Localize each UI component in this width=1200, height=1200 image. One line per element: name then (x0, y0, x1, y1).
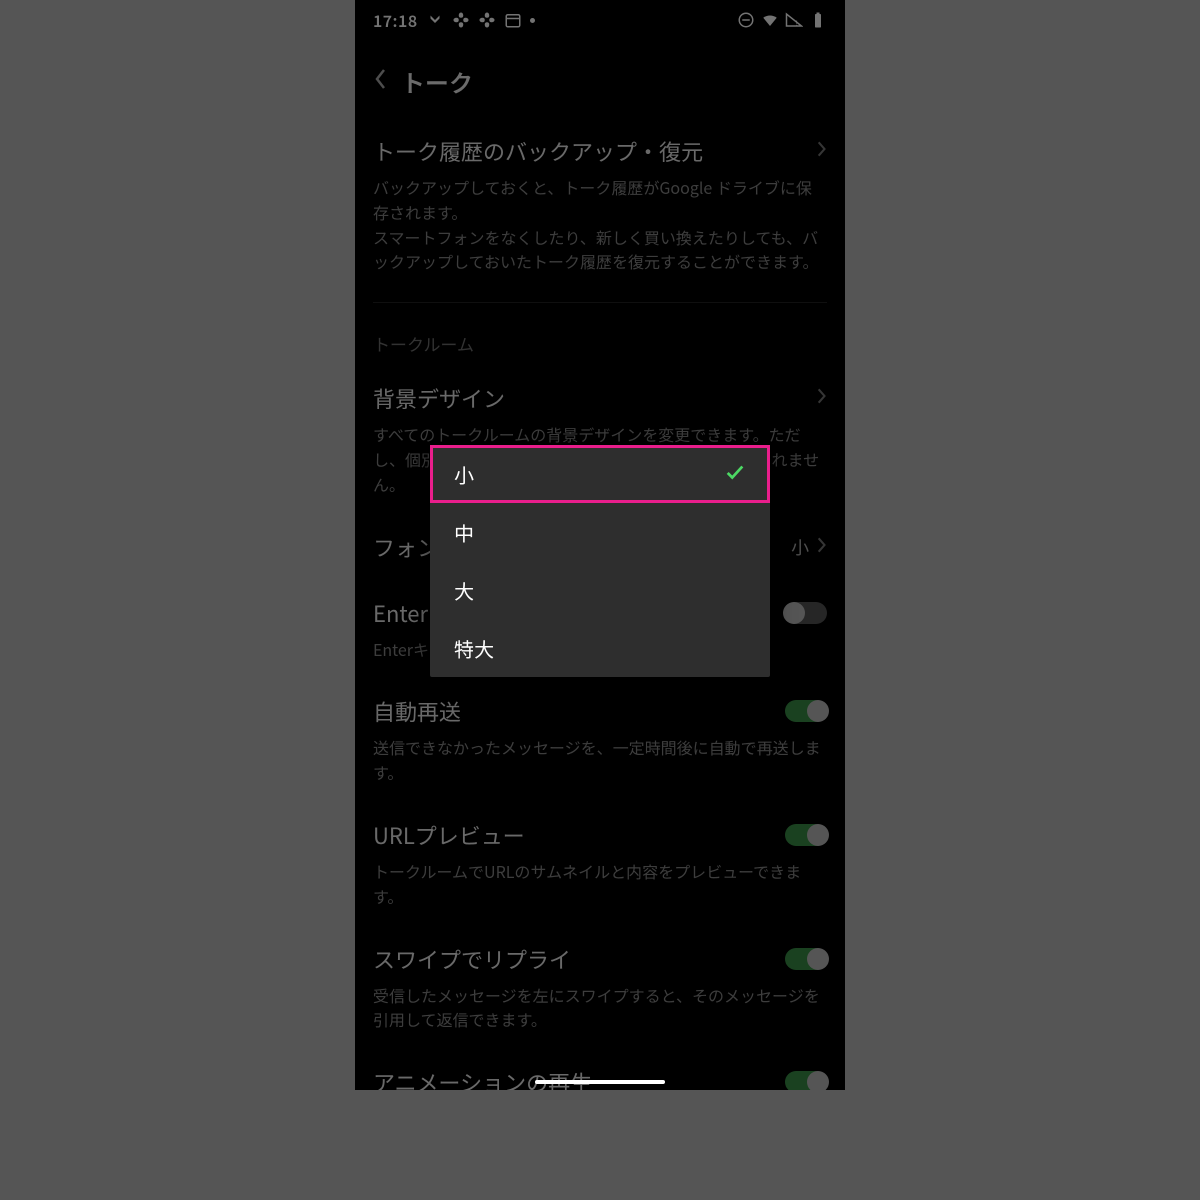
popup-option-label: 特大 (454, 634, 494, 663)
popup-option-medium[interactable]: 中 (430, 503, 770, 561)
dnd-icon (737, 11, 755, 29)
calendar-icon (504, 11, 522, 29)
divider (373, 302, 827, 303)
signal-icon: ! (785, 11, 803, 29)
chevron-right-icon (817, 386, 827, 410)
status-time: 17:18 (373, 8, 418, 32)
svg-text:!: ! (796, 18, 798, 29)
fan-icon-2 (478, 11, 496, 29)
swipe-title: スワイプでリプライ (373, 943, 571, 975)
enter-toggle[interactable] (785, 602, 827, 624)
resend-toggle[interactable] (785, 700, 827, 722)
popup-option-label: 小 (454, 460, 474, 489)
notification-dot-icon (530, 18, 535, 23)
swipe-desc: 受信したメッセージを左にスワイプすると、そのメッセージを引用して返信できます。 (373, 983, 827, 1033)
popup-option-small[interactable]: 小 (430, 445, 770, 503)
popup-option-large[interactable]: 大 (430, 561, 770, 619)
resend-title: 自動再送 (373, 695, 461, 727)
swipe-reply-item[interactable]: スワイプでリプライ 受信したメッセージを左にスワイプすると、そのメッセージを引用… (373, 925, 827, 1049)
url-toggle[interactable] (785, 824, 827, 846)
wifi-icon (761, 11, 779, 29)
check-icon (724, 460, 746, 489)
anim-toggle[interactable] (785, 1071, 827, 1090)
popup-option-label: 中 (454, 518, 474, 547)
font-size-popup: 小 中 大 特大 (430, 445, 770, 677)
url-desc: トークルームでURLのサムネイルと内容をプレビューできます。 (373, 859, 827, 909)
popup-option-xlarge[interactable]: 特大 (430, 619, 770, 677)
swipe-toggle[interactable] (785, 948, 827, 970)
auto-resend-item[interactable]: 自動再送 送信できなかったメッセージを、一定時間後に自動で再送します。 (373, 677, 827, 801)
page-title: トーク (401, 64, 473, 99)
section-talkroom: トークルーム (373, 311, 827, 364)
chevron-right-icon (817, 535, 827, 559)
resend-desc: 送信できなかったメッセージを、一定時間後に自動で再送します。 (373, 735, 827, 785)
bg-title: 背景デザイン (373, 382, 505, 414)
font-value: 小 (791, 534, 809, 560)
anim-title: アニメーションの再生 (373, 1066, 592, 1090)
back-button[interactable] (373, 67, 387, 96)
fan-icon (452, 11, 470, 29)
url-title: URLプレビュー (373, 819, 525, 851)
backup-restore-item[interactable]: トーク履歴のバックアップ・復元 バックアップしておくと、トーク履歴がGoogle… (373, 117, 827, 290)
missed-call-icon (426, 11, 444, 29)
url-preview-item[interactable]: URLプレビュー トークルームでURLのサムネイルと内容をプレビューできます。 (373, 801, 827, 925)
chevron-right-icon (817, 139, 827, 163)
popup-option-label: 大 (454, 576, 474, 605)
backup-title: トーク履歴のバックアップ・復元 (373, 135, 703, 167)
battery-icon (809, 11, 827, 29)
backup-desc: バックアップしておくと、トーク履歴がGoogle ドライブに保存されます。 スマ… (373, 175, 827, 274)
home-indicator[interactable] (535, 1080, 665, 1084)
